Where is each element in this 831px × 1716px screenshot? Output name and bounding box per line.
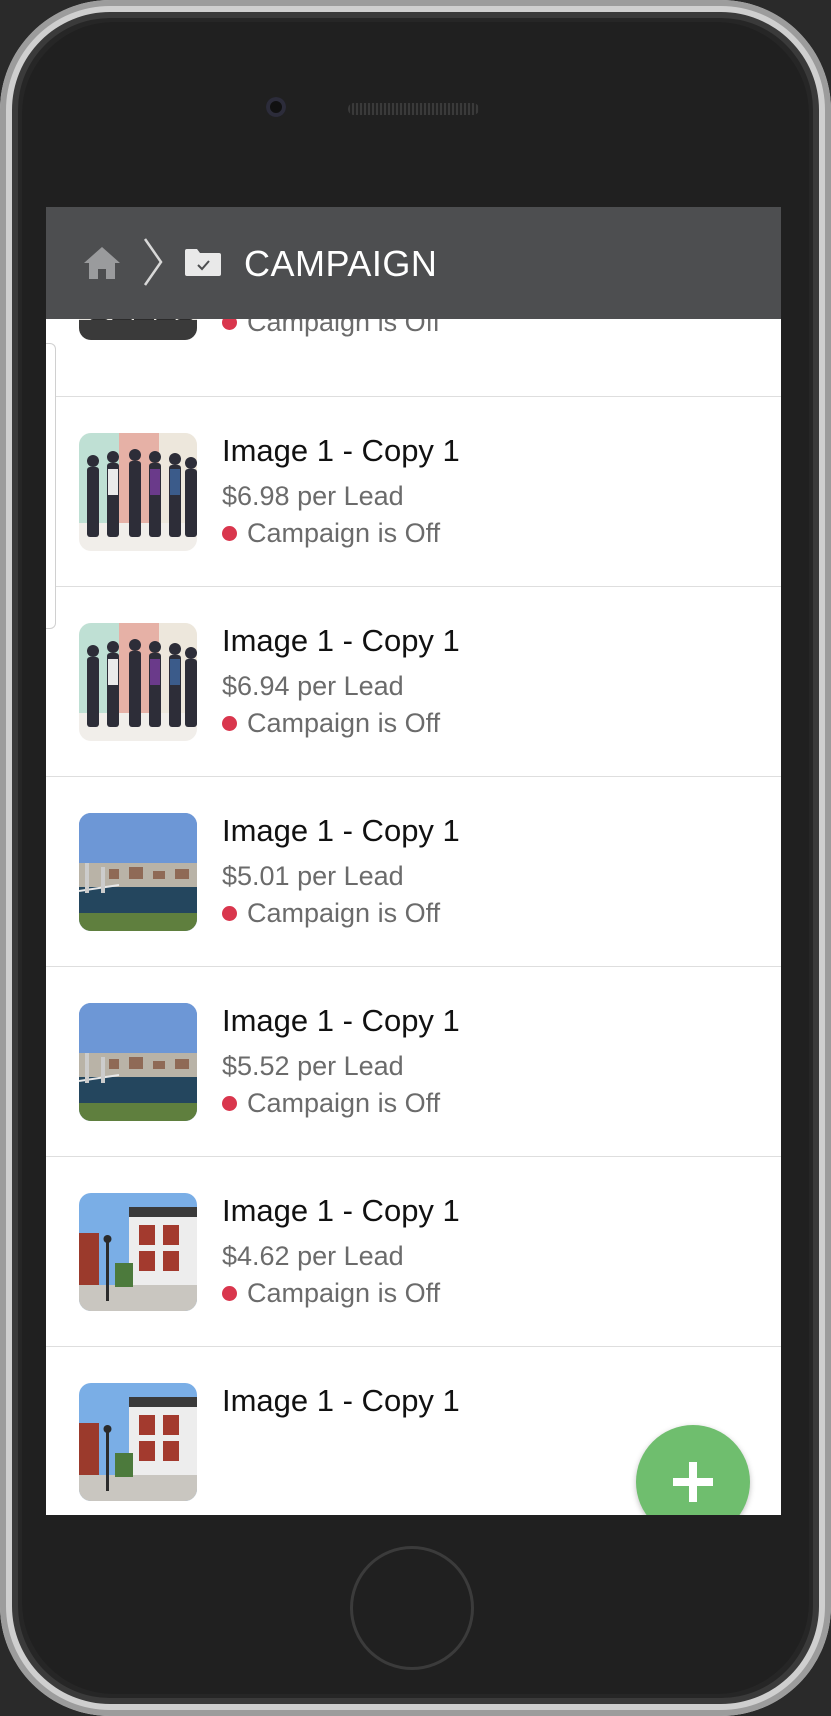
campaign-title: Image 1 - Copy 1 [222, 623, 460, 658]
home-icon[interactable] [82, 245, 122, 281]
campaign-price: $5.01 per Lead [222, 861, 404, 891]
front-camera [266, 97, 286, 117]
campaign-thumbnail [79, 1193, 197, 1311]
campaign-thumbnail [79, 433, 197, 551]
status-off-dot [222, 526, 237, 541]
phone-frame: CAMPAIGN Image 1 - Copy 1 $3.71 per Lead… [0, 0, 831, 1716]
campaign-thumbnail [79, 813, 197, 931]
campaign-list-item[interactable]: Image 1 - Copy 1 $6.94 per Lead Campaign… [46, 587, 781, 777]
campaign-list-item[interactable]: Image 1 - Copy 1 $5.01 per Lead Campaign… [46, 777, 781, 967]
campaign-title: Image 1 - Copy 1 [222, 433, 460, 468]
campaign-thumbnail [79, 1003, 197, 1121]
campaign-thumbnail [79, 1383, 197, 1501]
campaign-title: Image 1 - Copy 1 [222, 1383, 460, 1418]
campaign-status-text: Campaign is Off [247, 898, 441, 928]
side-panel-tab[interactable] [46, 343, 56, 629]
folder-icon[interactable] [184, 247, 222, 277]
campaign-list: Image 1 - Copy 1 $3.71 per Lead Campaign… [46, 207, 781, 1515]
campaign-title: Image 1 - Copy 1 [222, 813, 460, 848]
campaign-price: $5.52 per Lead [222, 1051, 404, 1081]
campaign-price: $6.98 per Lead [222, 481, 404, 511]
campaign-status-text: Campaign is Off [247, 708, 441, 738]
campaign-status: Campaign is Off [222, 708, 440, 739]
status-off-dot [222, 1286, 237, 1301]
campaign-list-item[interactable]: Image 1 - Copy 1 $5.52 per Lead Campaign… [46, 967, 781, 1157]
campaign-status-text: Campaign is Off [247, 518, 441, 548]
campaign-thumbnail [79, 623, 197, 741]
status-off-dot [222, 716, 237, 731]
campaign-status-text: Campaign is Off [247, 1278, 441, 1308]
home-button[interactable] [350, 1546, 474, 1670]
campaign-title: Image 1 - Copy 1 [222, 1003, 460, 1038]
header-bar: CAMPAIGN [46, 207, 781, 319]
campaign-title: Image 1 - Copy 1 [222, 1193, 460, 1228]
status-off-dot [222, 1096, 237, 1111]
plus-icon [673, 1462, 713, 1502]
campaign-list-item[interactable]: Image 1 - Copy 1 $4.62 per Lead Campaign… [46, 1157, 781, 1347]
chevron-right-icon [143, 238, 163, 286]
earpiece-speaker [348, 103, 479, 115]
campaign-list-item[interactable]: Image 1 - Copy 1 $6.98 per Lead Campaign… [46, 397, 781, 587]
page-title: CAMPAIGN [244, 243, 438, 284]
status-off-dot [222, 906, 237, 921]
campaign-status: Campaign is Off [222, 1278, 440, 1309]
campaign-status-text: Campaign is Off [247, 1088, 441, 1118]
campaign-status: Campaign is Off [222, 1088, 440, 1119]
campaign-price: $6.94 per Lead [222, 671, 404, 701]
app-screen: CAMPAIGN Image 1 - Copy 1 $3.71 per Lead… [46, 207, 781, 1515]
campaign-price: $4.62 per Lead [222, 1241, 404, 1271]
campaign-status: Campaign is Off [222, 898, 440, 929]
campaign-status: Campaign is Off [222, 518, 440, 549]
